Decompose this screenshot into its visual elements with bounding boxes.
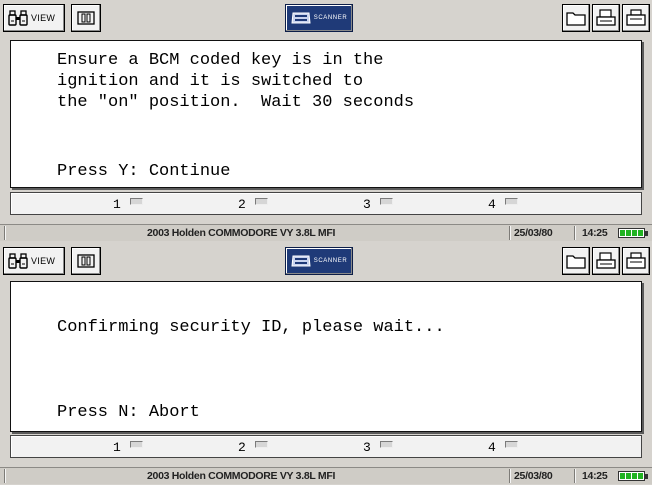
printer-setup-icon [626,252,646,269]
function-key-4[interactable]: 4 [488,439,518,455]
function-key-label: 1 [113,439,121,455]
status-date: 25/03/80 [514,470,553,482]
indicator-led-icon [504,440,518,448]
scanner-label: SCANNER [313,258,348,264]
function-key-2[interactable]: 2 [238,196,268,212]
function-key-bar: 1 2 3 4 [10,192,642,215]
function-key-label: 1 [113,196,121,212]
printer-icon [596,252,616,269]
pause-button[interactable] [71,4,101,32]
function-key-label: 4 [488,439,496,455]
scanner-screen-1: VIEW SCANNER Ensure a BCM coded key is i… [0,0,652,242]
pause-icon [77,11,95,25]
status-divider [574,226,575,240]
function-key-2[interactable]: 2 [238,439,268,455]
function-key-3[interactable]: 3 [363,439,393,455]
scanner-button[interactable]: SCANNER [285,4,353,32]
folder-icon [566,255,586,269]
status-divider [509,226,510,240]
print-button[interactable] [592,4,620,32]
message-line: Confirming security ID, please wait... [57,318,445,337]
battery-icon [618,471,648,481]
scanner-icon [291,12,311,24]
print-setup-button[interactable] [622,247,650,275]
status-bar: 2003 Holden COMMODORE VY 3.8L MFI 25/03/… [0,224,652,241]
message-panel: Confirming security ID, please wait... P… [10,281,642,432]
view-button[interactable]: VIEW [3,4,65,32]
view-label: VIEW [31,13,56,23]
binoculars-icon [8,253,28,269]
vehicle-info: 2003 Holden COMMODORE VY 3.8L MFI [147,227,336,239]
indicator-led-icon [379,197,393,205]
function-key-1[interactable]: 1 [113,196,143,212]
vehicle-info: 2003 Holden COMMODORE VY 3.8L MFI [147,470,336,482]
toolbar: VIEW SCANNER [0,243,652,279]
print-button[interactable] [592,247,620,275]
scanner-label: SCANNER [313,15,348,21]
scanner-icon [291,255,311,267]
status-time: 14:25 [582,470,608,482]
folder-button[interactable] [562,247,590,275]
function-key-4[interactable]: 4 [488,196,518,212]
function-key-3[interactable]: 3 [363,196,393,212]
print-setup-button[interactable] [622,4,650,32]
function-key-label: 3 [363,196,371,212]
indicator-led-icon [254,440,268,448]
folder-icon [566,12,586,26]
binoculars-icon [8,10,28,26]
status-divider [4,469,5,483]
prompt-abort: Press N: Abort [57,403,200,422]
indicator-led-icon [379,440,393,448]
status-divider [4,226,5,240]
scanner-button[interactable]: SCANNER [285,247,353,275]
function-key-label: 2 [238,439,246,455]
printer-icon [596,9,616,26]
status-date: 25/03/80 [514,227,553,239]
function-key-bar: 1 2 3 4 [10,435,642,458]
printer-setup-icon [626,9,646,26]
function-key-label: 3 [363,439,371,455]
message-line: ignition and it is switched to [57,72,364,91]
message-line: the "on" position. Wait 30 seconds [57,93,415,112]
pause-icon [77,254,95,268]
view-label: VIEW [31,256,56,266]
status-divider [509,469,510,483]
pause-button[interactable] [71,247,101,275]
message-line: Ensure a BCM coded key is in the [57,51,384,70]
indicator-led-icon [504,197,518,205]
status-time: 14:25 [582,227,608,239]
message-panel: Ensure a BCM coded key is in the ignitio… [10,40,642,188]
function-key-1[interactable]: 1 [113,439,143,455]
indicator-led-icon [129,197,143,205]
battery-icon [618,228,648,238]
folder-button[interactable] [562,4,590,32]
view-button[interactable]: VIEW [3,247,65,275]
indicator-led-icon [129,440,143,448]
status-bar: 2003 Holden COMMODORE VY 3.8L MFI 25/03/… [0,467,652,484]
function-key-label: 2 [238,196,246,212]
prompt-continue: Press Y: Continue [57,162,231,181]
scanner-screen-2: VIEW SCANNER Confirming security ID, ple… [0,243,652,485]
toolbar: VIEW SCANNER [0,0,652,36]
status-divider [574,469,575,483]
function-key-label: 4 [488,196,496,212]
indicator-led-icon [254,197,268,205]
